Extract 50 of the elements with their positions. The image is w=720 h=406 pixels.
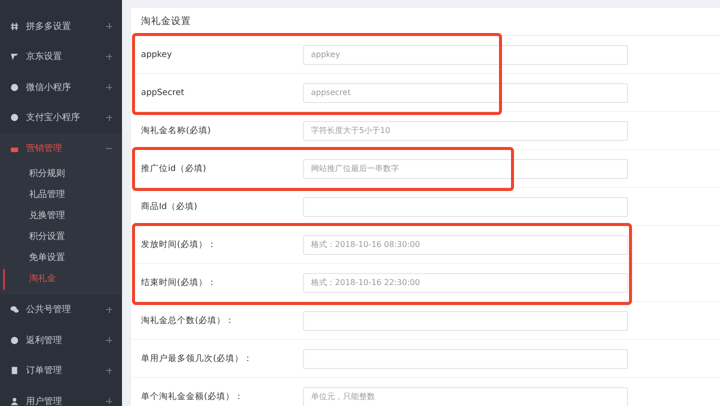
submenu-item[interactable]: 积分设置 [3, 226, 122, 248]
sidebar-item[interactable]: 订单管理 [0, 356, 122, 386]
section-title: 淘礼金设置 [131, 8, 720, 36]
document-icon [10, 366, 19, 376]
plus-icon [106, 54, 112, 60]
input-field[interactable] [303, 310, 628, 330]
input-field[interactable]: appkey [303, 44, 628, 64]
circle-icon [10, 82, 19, 92]
field-label: appkey [140, 50, 173, 60]
input-field[interactable] [303, 348, 628, 368]
field-label: appSecret [140, 88, 186, 98]
input-field[interactable]: 单位元，只能整数 [303, 386, 628, 406]
hash-icon [10, 22, 19, 31]
plus-icon [106, 368, 112, 374]
submenu-item[interactable]: 兑换管理 [3, 206, 122, 226]
field-label: 单用户最多领几次(必填）： [140, 352, 254, 364]
field-label: 淘礼金总个数(必填）： [140, 314, 236, 326]
input-field[interactable]: appsecret [303, 82, 628, 102]
input-field[interactable]: 网站推广位最后一串数字 [303, 158, 628, 178]
minus-icon [106, 145, 112, 152]
submenu-item[interactable]: 免单设置 [3, 248, 122, 268]
sidebar-item[interactable]: 拼多多设置 [0, 11, 122, 42]
plus-icon [106, 398, 112, 404]
plus-icon [106, 84, 112, 90]
field-label: 单个淘礼金金额(必填）： [140, 390, 244, 402]
plus-icon [106, 337, 112, 344]
submenu-item[interactable]: 礼品管理 [3, 184, 122, 206]
circle-icon [10, 113, 19, 122]
input-field[interactable] [303, 196, 628, 216]
chat-bubbles-icon [10, 305, 19, 314]
input-field[interactable]: 字符长度大于5小于10 [303, 120, 628, 140]
sidebar-item[interactable]: 用户管理 [0, 386, 122, 406]
sidebar-item[interactable]: 公共号管理 [0, 294, 122, 325]
person-icon [10, 396, 19, 406]
circle-icon [10, 336, 19, 345]
sidebar-item[interactable]: 支付宝小程序 [0, 102, 122, 133]
field-label: 推广位id（必填) [140, 162, 208, 174]
plus-icon [106, 23, 112, 30]
field-label: 淘礼金名称(必填) [140, 124, 212, 136]
field-label: 结束时间(必填）： [140, 276, 218, 288]
field-label: 商品Id（必填) [140, 200, 198, 212]
sidebar-item[interactable]: 微信小程序 [0, 72, 122, 102]
plus-icon [106, 114, 112, 121]
input-field[interactable]: 格式：2018-10-16 08:30:00 [303, 234, 628, 254]
sidebar-item[interactable]: 京东设置 [0, 42, 122, 72]
sidebar-item[interactable]: 返利管理 [0, 325, 122, 356]
field-label: 发放时间(必填）： [140, 238, 218, 250]
input-field[interactable]: 格式：2018-10-16 22:30:00 [303, 272, 628, 292]
submenu-item[interactable]: 积分规则 [3, 164, 122, 184]
plus-icon [106, 306, 112, 313]
